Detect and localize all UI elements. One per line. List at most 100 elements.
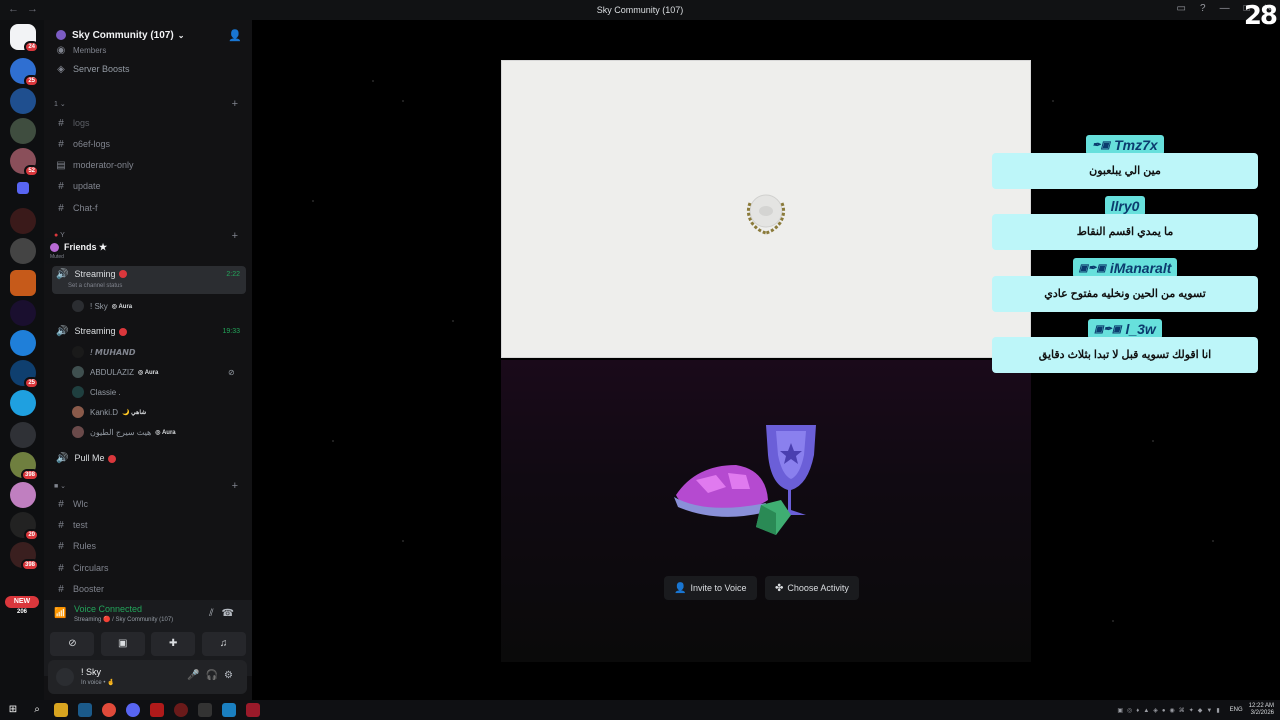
file-explorer-icon[interactable] [54,703,68,717]
channel-status[interactable]: Set a channel status [68,283,122,289]
chat-username: llry0 [1104,196,1146,216]
voice-connected-details[interactable]: Streaming 🔴 / Sky Community (107) [74,616,173,623]
new-badge[interactable]: NEW 206 [5,596,39,615]
speaker-icon: 🔊 [56,452,69,464]
soundboard-button[interactable]: ♫ [201,632,246,656]
channel-moderator-only[interactable]: ▤ moderator-only [54,156,244,174]
category-label: 1 [54,101,58,108]
overlay-logo: 28 [1243,1,1278,31]
voice-member[interactable]: ABDULAZIZ ◎ Aura ⊘ [72,363,235,381]
voice-member[interactable]: Classie . [72,383,121,401]
category-3[interactable]: ■ ⌄ + [54,480,244,496]
user-name[interactable]: ! Sky [81,667,101,677]
invite-people-icon[interactable]: 👤 [228,29,242,42]
voice-connected-label[interactable]: Voice Connected [74,604,142,614]
voice-channel-streaming-2[interactable]: 🔊 Streaming 19:33 [52,320,246,342]
add-channel-icon[interactable]: + [232,98,238,110]
voice-channel-pull-me[interactable]: 🔊 Pull Me [52,447,246,469]
add-channel-icon[interactable]: + [232,480,238,492]
server-icon[interactable] [10,330,36,356]
member-name: ABDULAZIZ [90,367,135,377]
app-icon[interactable] [246,703,260,717]
channel-update[interactable]: # update [54,177,244,195]
app-icon[interactable] [174,703,188,717]
clock-time: 12:22 AM [1248,703,1274,709]
channel-test[interactable]: # test [54,516,244,534]
microphone-icon[interactable]: 🎤 [187,670,205,681]
noise-suppression-icon[interactable]: ⫽ [209,608,221,619]
server-icon[interactable] [10,482,36,508]
server-icon[interactable]: 20 [10,512,39,541]
server-icon[interactable]: 52 [10,148,39,177]
screen-share-button[interactable]: ▣ [100,632,145,656]
server-icon[interactable]: 398 [10,542,39,571]
server-icon[interactable] [10,208,36,234]
headphones-icon[interactable]: 🎧 [206,670,224,681]
background-star [1152,440,1154,442]
windows-start-icon[interactable]: ⊞ [6,703,20,717]
inbox-icon[interactable]: ▭ [1177,3,1186,14]
activity-launcher: 👤 Invite to Voice ✤ Choose Activity [501,360,1031,662]
channel-booster[interactable]: # Booster [54,580,244,598]
server-icon[interactable] [10,390,36,416]
voice-channel-streaming-1[interactable]: 🔊 Streaming 2:22 Set a channel status [52,266,246,294]
category-1[interactable]: 1 ⌄ + [54,98,244,114]
channel-circulars[interactable]: # Circulars [54,559,244,577]
user-controls: 🎤🎧⚙ [187,670,239,681]
live-dot [119,327,128,336]
app-icon[interactable] [150,703,164,717]
channel-label: Members [73,46,107,54]
channel-server-boosts[interactable]: ◈ Server Boosts [54,60,244,78]
channel-o6ef-logs[interactable]: # o6ef-logs [54,135,244,153]
server-icon[interactable] [10,270,36,296]
voice-channel-label: Streaming [74,269,116,279]
channel-label: o6ef-logs [73,139,111,149]
tray-icons[interactable]: ▣◎♦▲◈●◉⌘✦◆▼▮ [1117,707,1223,714]
channel-rules[interactable]: # Rules [54,537,244,555]
stream-screen[interactable] [501,60,1031,358]
discord-home-icon[interactable]: 24 [10,24,39,53]
avatar [72,406,84,418]
settings-icon[interactable] [198,703,212,717]
avatar[interactable] [56,668,74,686]
channel-logs[interactable]: # logs [54,114,244,132]
signal-icon[interactable]: 📶 [54,608,66,620]
app-icon[interactable] [222,703,236,717]
help-icon[interactable]: ? [1200,3,1206,14]
settings-gear-icon[interactable]: ⚙ [224,670,239,681]
steam-icon[interactable] [78,703,92,717]
clock[interactable]: 12:22 AM 3/2/2026 [1249,703,1274,717]
activities-button[interactable]: ✚ [151,632,196,656]
server-icon[interactable] [10,88,36,114]
minimize-button[interactable]: — [1220,3,1230,14]
voice-member[interactable]: ! Sky ◎ Aura [72,297,132,315]
voice-member[interactable]: ! 𝙈𝙐𝙃𝘼𝙉𝘿 [72,343,136,361]
chat-message-text: ما يمدي اقسم النقاط [992,214,1258,250]
invite-to-voice-button[interactable]: 👤 Invite to Voice [664,576,757,600]
channel-chat-f[interactable]: # Chat-f [54,199,244,217]
disconnect-icon[interactable]: ☎ [222,608,242,619]
choose-activity-button[interactable]: ✤ Choose Activity [765,576,859,600]
discord-icon[interactable] [126,703,140,717]
search-icon[interactable]: ⌕ [30,703,44,717]
voice-member[interactable]: Kanki.D 🌙 شاهي [72,403,146,421]
server-icon[interactable]: 398 [10,452,39,481]
server-icon[interactable]: 25 [10,58,39,87]
server-icon[interactable] [10,300,36,326]
channel-label: Rules [73,541,97,551]
camera-button[interactable]: ⊘ [50,632,95,656]
server-sky-community-icon[interactable] [10,238,36,264]
language-indicator[interactable]: ENG [1230,707,1243,713]
chat-username: ▣✒▣ l_3w [1088,319,1162,339]
server-icon[interactable] [10,118,36,144]
channel-members[interactable]: ◉ Members [54,46,244,54]
channel-label: test [73,520,88,530]
channel-wlc[interactable]: # Wlc [54,495,244,513]
voice-member[interactable]: هيث سيرج الطيون ◎ Aura [72,423,176,441]
server-icon[interactable]: 25 [10,360,39,389]
browser-icon[interactable] [102,703,116,717]
server-icon[interactable] [10,422,36,448]
channel-label: update [73,181,101,191]
add-channel-icon[interactable]: + [232,230,238,242]
folder-icon[interactable] [17,182,29,194]
